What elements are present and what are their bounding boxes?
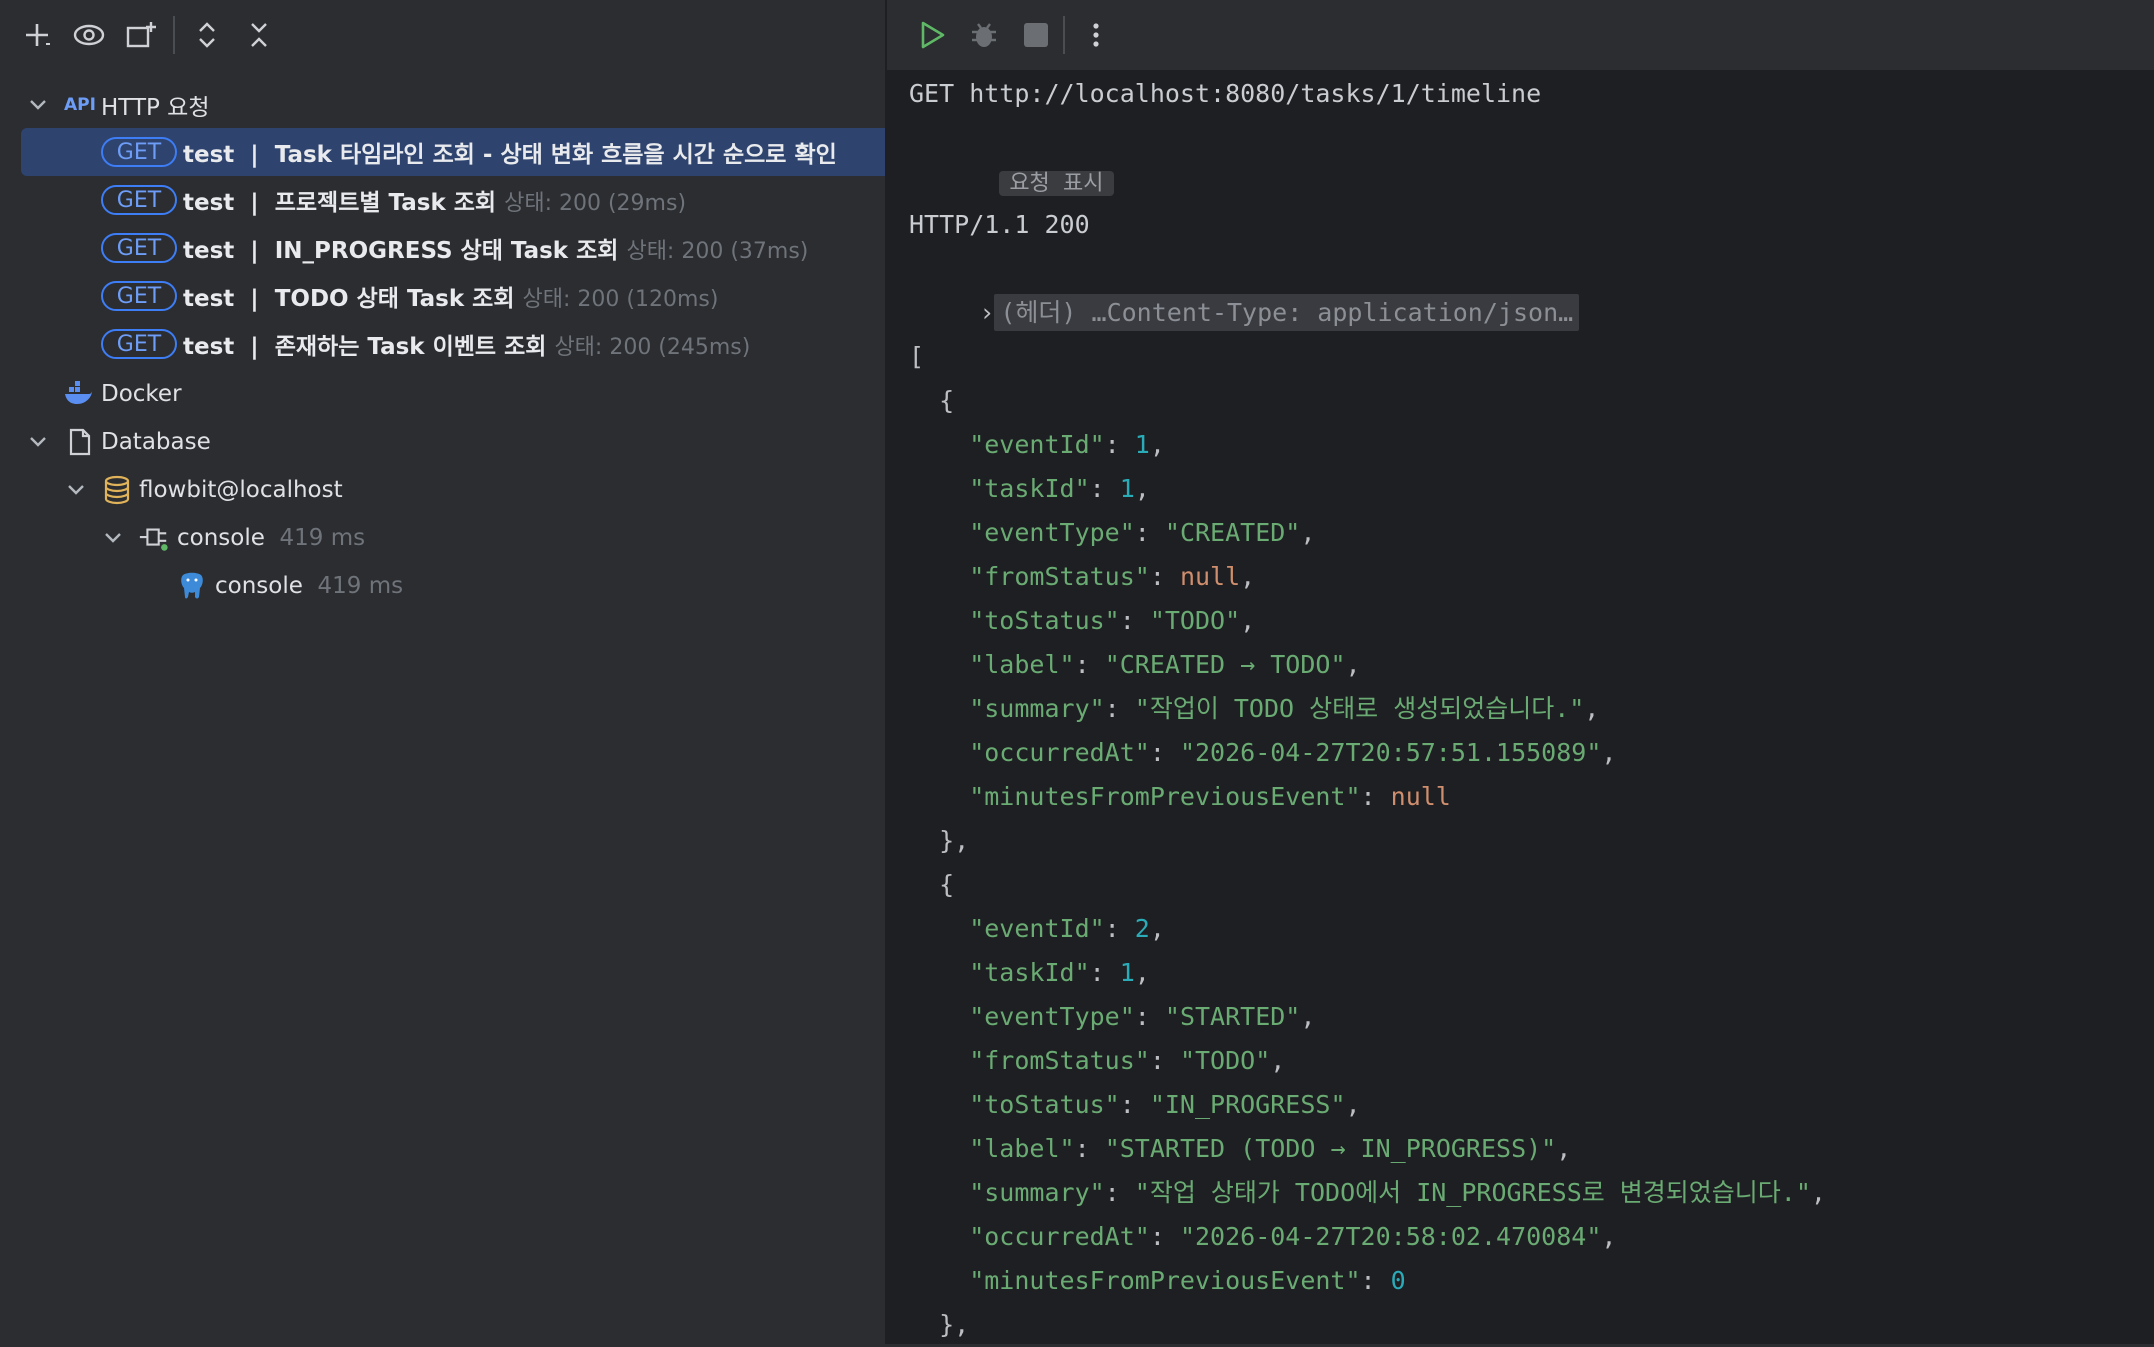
chevron-down-icon[interactable]: [26, 430, 50, 454]
request-label: test | Task 타임라인 조회 - 상태 변화 흐름을 시간 순으로 확…: [183, 142, 837, 168]
method-badge: GET: [101, 185, 177, 215]
json-line: "fromStatus": null,: [909, 562, 1256, 591]
toolbar-separator: [1063, 16, 1065, 54]
tree-node-docker[interactable]: Docker: [0, 370, 885, 418]
response-toolbar: [887, 0, 2154, 70]
expand-all-icon[interactable]: [188, 16, 226, 54]
json-line: "toStatus": "IN_PROGRESS",: [909, 1090, 1361, 1119]
tree-node-datasource[interactable]: flowbit@localhost: [0, 466, 885, 514]
request-status: 상태: 200 (120ms): [522, 287, 719, 312]
toolbar-separator: [173, 16, 175, 54]
json-line: "taskId": 1,: [909, 474, 1150, 503]
console-time: 419 ms: [317, 573, 404, 599]
request-item-1[interactable]: GET test | 프로젝트별 Task 조회 상태: 200 (29ms): [0, 176, 885, 224]
request-label: test | TODO 상태 Task 조회 상태: 200 (120ms): [183, 286, 719, 312]
tree-node-label: HTTP 요청: [101, 95, 210, 121]
console-connection-icon: [138, 522, 170, 554]
json-line: "taskId": 1,: [909, 958, 1150, 987]
json-line: "label": "STARTED (TODO → IN_PROGRESS)",: [909, 1134, 1572, 1163]
request-status: 상태: 200 (29ms): [504, 191, 687, 216]
eye-icon[interactable]: [70, 16, 108, 54]
json-line: "summary": "작업 상태가 TODO에서 IN_PROGRESS로 변…: [909, 1178, 1826, 1207]
tree-node-label: console 419 ms: [177, 525, 366, 551]
request-status: 상태: 200 (37ms): [626, 239, 809, 264]
tree-node-console-child[interactable]: console 419 ms: [0, 562, 885, 610]
postgresql-icon: [176, 570, 208, 602]
headers-row[interactable]: › (헤더) …Content-Type: application/json…: [889, 247, 1580, 331]
collapse-all-icon[interactable]: [240, 16, 278, 54]
database-icon: [101, 474, 133, 506]
response-panel: GET http://localhost:8080/tasks/1/timeli…: [887, 0, 2154, 1344]
status-line: HTTP/1.1 200: [909, 210, 1090, 239]
json-line: "eventType": "STARTED",: [909, 1002, 1316, 1031]
request-status: 상태: 200 (245ms): [554, 335, 751, 360]
json-line: "toStatus": "TODO",: [909, 606, 1256, 635]
json-line: "fromStatus": "TODO",: [909, 1046, 1286, 1075]
stop-icon[interactable]: [1017, 16, 1055, 54]
method-badge: GET: [101, 281, 177, 311]
show-request-button[interactable]: 요청 표시: [999, 171, 1114, 196]
chevron-down-icon[interactable]: [101, 526, 125, 550]
tree-node-http-requests[interactable]: API HTTP 요청: [0, 81, 885, 129]
json-object-open: {: [909, 386, 955, 415]
json-line: "minutesFromPreviousEvent": 0: [909, 1266, 1406, 1295]
chevron-down-icon[interactable]: [26, 93, 50, 117]
json-line: "occurredAt": "2026-04-27T20:57:51.15508…: [909, 738, 1617, 767]
request-line: GET http://localhost:8080/tasks/1/timeli…: [909, 79, 1542, 108]
request-item-2[interactable]: GET test | IN_PROGRESS 상태 Task 조회 상태: 20…: [0, 224, 885, 272]
new-window-icon[interactable]: [122, 16, 160, 54]
more-options-icon[interactable]: [1077, 16, 1115, 54]
headers-summary[interactable]: (헤더) …Content-Type: application/json…: [994, 294, 1580, 331]
tree-node-label: Docker: [101, 381, 182, 407]
json-line: "occurredAt": "2026-04-27T20:58:02.47008…: [909, 1222, 1617, 1251]
json-line: "eventType": "CREATED",: [909, 518, 1316, 547]
tree-node-label: flowbit@localhost: [139, 477, 343, 503]
api-icon: API: [64, 95, 96, 115]
json-object-close: },: [909, 826, 970, 855]
json-array-open: [: [909, 342, 925, 371]
json-line: "label": "CREATED → TODO",: [909, 650, 1361, 679]
tree-node-database[interactable]: Database: [0, 418, 885, 466]
run-icon[interactable]: [913, 16, 951, 54]
json-object-open: {: [909, 870, 955, 899]
request-label: test | IN_PROGRESS 상태 Task 조회 상태: 200 (3…: [183, 238, 809, 264]
json-object-close: },: [909, 1310, 970, 1339]
method-badge: GET: [101, 137, 177, 167]
json-line: "summary": "작업이 TODO 상태로 생성되었습니다.",: [909, 694, 1600, 723]
request-label: test | 프로젝트별 Task 조회 상태: 200 (29ms): [183, 190, 687, 216]
json-line: "minutesFromPreviousEvent": null: [909, 782, 1451, 811]
json-line: "eventId": 2,: [909, 914, 1165, 943]
json-line: "eventId": 1,: [909, 430, 1165, 459]
chevron-down-icon[interactable]: [64, 478, 88, 502]
request-item-4[interactable]: GET test | 존재하는 Task 이벤트 조회 상태: 200 (245…: [0, 320, 885, 368]
method-badge: GET: [101, 233, 177, 263]
request-label: test | 존재하는 Task 이벤트 조회 상태: 200 (245ms): [183, 334, 751, 360]
tree-node-label: Database: [101, 429, 211, 455]
tree-node-console[interactable]: console 419 ms: [0, 514, 885, 562]
docker-icon: [62, 378, 94, 410]
console-time: 419 ms: [279, 525, 366, 551]
file-icon: [64, 426, 96, 458]
tree-node-label: console 419 ms: [215, 573, 404, 599]
add-icon[interactable]: [18, 16, 56, 54]
debug-icon[interactable]: [965, 16, 1003, 54]
services-tree-panel: API HTTP 요청 GET test | Task 타임라인 조회 - 상태…: [0, 0, 885, 1344]
tree-toolbar: [0, 0, 885, 70]
request-item-3[interactable]: GET test | TODO 상태 Task 조회 상태: 200 (120m…: [0, 272, 885, 320]
chevron-right-icon[interactable]: ›: [979, 298, 994, 327]
method-badge: GET: [101, 329, 177, 359]
request-item-0[interactable]: GET test | Task 타임라인 조회 - 상태 변화 흐름을 시간 순…: [21, 128, 885, 176]
show-request-row: 요청 표시: [909, 116, 1114, 196]
